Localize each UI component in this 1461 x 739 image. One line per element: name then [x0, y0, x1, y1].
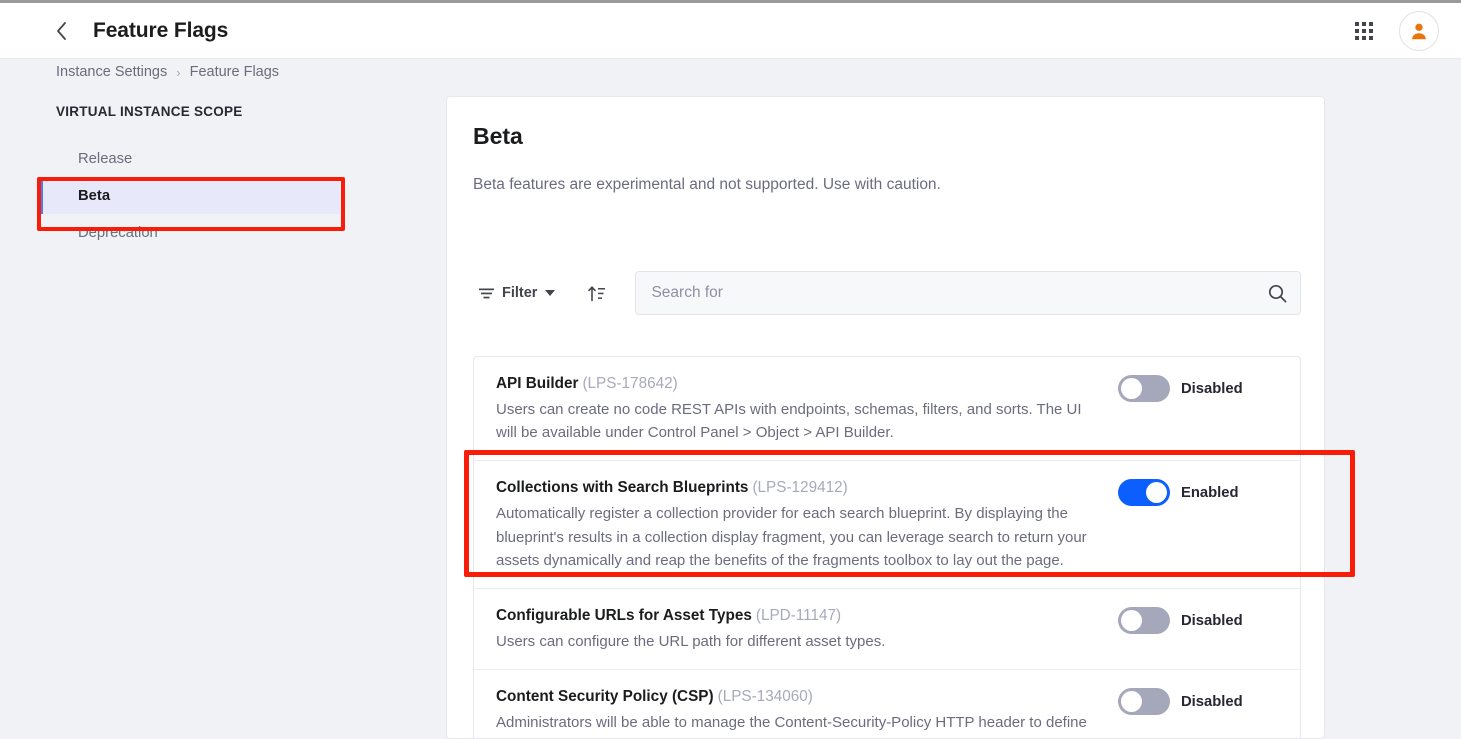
toggle-knob: [1121, 691, 1142, 713]
chevron-down-icon: [545, 290, 556, 296]
page-title: Feature Flags: [93, 18, 229, 42]
section-title: Beta: [473, 123, 523, 149]
flag-title-line: Configurable URLs for Asset Types (LPD-11…: [496, 605, 1094, 628]
sidebar-heading: VIRTUAL INSTANCE SCOPE: [56, 104, 243, 119]
sidebar-nav-list: Release Beta Deprecation: [40, 140, 340, 251]
section-subtitle: Beta features are experimental and not s…: [473, 176, 941, 193]
flag-title: API Builder: [496, 375, 579, 392]
flag-toggle-switch[interactable]: [1118, 688, 1170, 716]
toggle-knob: [1121, 610, 1142, 632]
flag-toggle-area: Disabled: [1118, 605, 1278, 635]
flag-key: (LPS-178642): [582, 375, 678, 392]
flag-description: Users can create no code REST APIs with …: [496, 400, 1082, 442]
sort-button[interactable]: [583, 280, 609, 306]
user-avatar[interactable]: [1399, 10, 1439, 51]
app-window: Feature Flags Instance Settings › Featur…: [0, 0, 1461, 739]
filter-icon: [479, 288, 494, 298]
flag-key: (LPS-129412): [752, 479, 848, 497]
breadcrumb-item-instance-settings[interactable]: Instance Settings: [56, 64, 167, 80]
flag-info: API Builder (LPS-178642) Users can create…: [496, 373, 1118, 444]
search-icon: [1268, 284, 1286, 302]
flag-toggle-area: Disabled: [1118, 373, 1278, 402]
flag-key: (LPS-134060): [717, 688, 813, 706]
flag-info: Content Security Policy (CSP) (LPS-134060…: [496, 686, 1118, 738]
flag-info: Collections with Search Blueprints (LPS-1…: [496, 477, 1118, 572]
flag-title-line: Content Security Policy (CSP) (LPS-134060…: [496, 686, 1094, 709]
toggle-knob: [1146, 482, 1167, 504]
flag-state-label: Disabled: [1181, 693, 1243, 710]
flag-title: Collections with Search Blueprints: [496, 479, 749, 497]
flag-toggle-area: Enabled: [1118, 477, 1278, 507]
flag-title-line: API Builder (LPS-178642): [496, 373, 1094, 396]
filter-label: Filter: [502, 285, 538, 301]
breadcrumb: Instance Settings › Feature Flags: [56, 64, 279, 80]
sidebar-item-label: Release: [78, 150, 133, 167]
sidebar-item-deprecation[interactable]: Deprecation: [40, 214, 340, 251]
breadcrumb-item-feature-flags[interactable]: Feature Flags: [190, 64, 279, 80]
flag-info: Configurable URLs for Asset Types (LPD-11…: [496, 605, 1118, 653]
main-content-card: Beta Beta features are experimental and …: [446, 96, 1325, 739]
flag-state-label: Enabled: [1181, 484, 1239, 501]
sort-ascending-icon: [588, 285, 605, 301]
sidebar-item-label: Beta: [78, 187, 111, 204]
table-row[interactable]: Configurable URLs for Asset Types (LPD-11…: [474, 589, 1300, 671]
breadcrumb-separator-icon: ›: [176, 64, 181, 80]
flag-toggle-area: Disabled: [1118, 686, 1278, 716]
flag-description: Users can configure the URL path for dif…: [496, 633, 886, 651]
flag-toggle-switch[interactable]: [1118, 479, 1170, 507]
flag-title-line: Collections with Search Blueprints (LPS-1…: [496, 477, 1094, 500]
sidebar-item-label: Deprecation: [78, 224, 158, 241]
flag-title: Configurable URLs for Asset Types: [496, 607, 752, 625]
search-button[interactable]: [1265, 281, 1289, 305]
flag-description: Automatically register a collection prov…: [496, 505, 1087, 569]
sidebar-item-beta[interactable]: Beta: [40, 177, 340, 214]
flag-state-label: Disabled: [1181, 380, 1243, 397]
sidebar-item-release[interactable]: Release: [40, 140, 340, 177]
back-button[interactable]: [46, 16, 76, 46]
table-row[interactable]: API Builder (LPS-178642) Users can create…: [474, 357, 1300, 462]
app-header: Feature Flags: [0, 3, 1461, 59]
search-input[interactable]: [635, 271, 1301, 315]
flag-key: (LPD-11147): [755, 607, 842, 625]
filter-button[interactable]: Filter: [473, 281, 561, 305]
flag-toggle-switch[interactable]: [1118, 375, 1170, 402]
toggle-knob: [1121, 378, 1142, 399]
flag-description: Administrators will be able to manage th…: [496, 714, 1087, 738]
flag-state-label: Disabled: [1181, 612, 1243, 629]
list-toolbar: Filter: [473, 271, 1301, 315]
flag-toggle-switch[interactable]: [1118, 607, 1170, 635]
user-avatar-icon: [1412, 23, 1426, 39]
feature-flag-list: API Builder (LPS-178642) Users can create…: [473, 356, 1301, 738]
table-row[interactable]: Collections with Search Blueprints (LPS-1…: [474, 461, 1300, 590]
apps-grid-icon[interactable]: [1353, 20, 1375, 42]
flag-title: Content Security Policy (CSP): [496, 688, 714, 706]
search-field-wrapper: [635, 271, 1301, 315]
sidebar: VIRTUAL INSTANCE SCOPE Release Beta Depr…: [0, 100, 446, 739]
table-row[interactable]: Content Security Policy (CSP) (LPS-134060…: [474, 670, 1300, 738]
chevron-left-icon: [56, 21, 66, 40]
